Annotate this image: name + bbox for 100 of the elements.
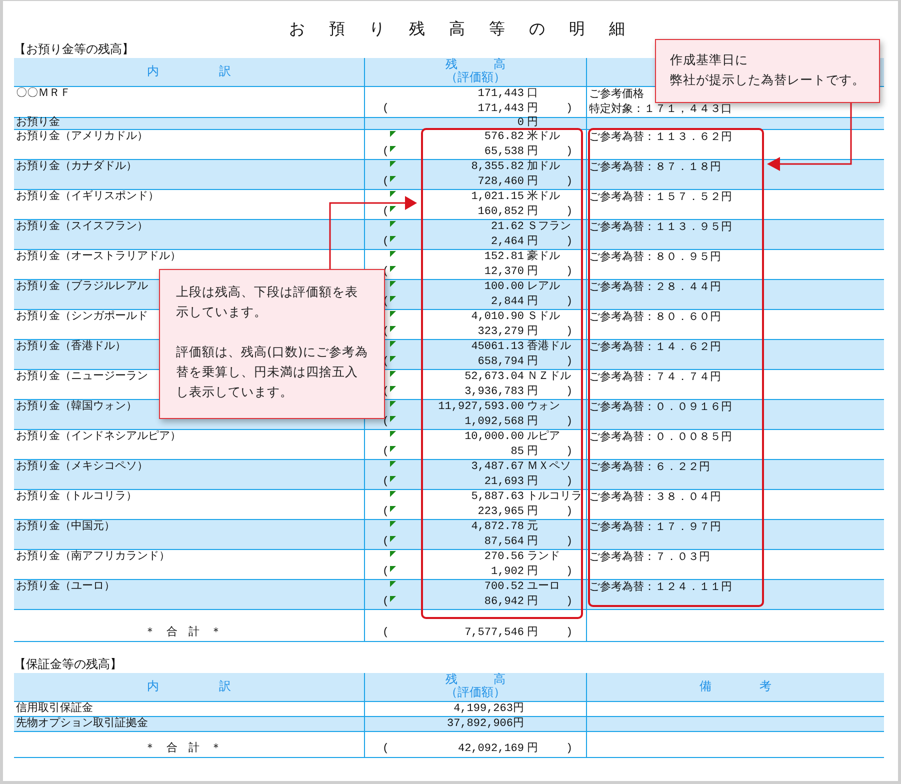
corner-triangle-icon xyxy=(390,296,396,302)
open-paren: ( xyxy=(381,445,389,460)
close-paren: ) xyxy=(566,505,574,520)
corner-triangle-icon xyxy=(390,596,396,602)
open-paren: ( xyxy=(381,102,389,117)
item-name: お預り金（ニュージーラン xyxy=(15,370,148,385)
open-paren: ( xyxy=(381,626,389,641)
close-paren: ) xyxy=(566,385,574,400)
close-paren: ) xyxy=(566,235,574,250)
item-name: お預り金（ブラジルレアル xyxy=(15,280,148,295)
close-paren: ) xyxy=(566,626,574,641)
close-paren: ) xyxy=(566,205,574,220)
valuation-unit: 円 xyxy=(526,102,539,116)
corner-triangle-icon xyxy=(390,251,396,257)
valuation-unit: 円 xyxy=(526,145,539,160)
remark-text: ご参考価格 xyxy=(588,88,644,102)
valuation-unit: 円 xyxy=(526,415,539,430)
item-name: お預り金 xyxy=(15,118,60,129)
item-name: お預り金（イギリスポンド） xyxy=(15,190,159,205)
corner-triangle-icon xyxy=(390,356,396,362)
valuation-amount: 323,279 xyxy=(476,325,524,340)
remark-text: ご参考為替：２８．４４円 xyxy=(588,281,721,296)
balance-unit: ユーロ xyxy=(526,580,561,595)
corner-triangle-icon xyxy=(390,371,396,377)
corner-triangle-icon xyxy=(390,131,396,137)
remark-text: 特定対象：１７１，４４３口 xyxy=(588,103,732,118)
balance-amount: 37,892,906円 xyxy=(446,717,525,732)
valuation-unit: 円 xyxy=(526,385,539,400)
close-paren: ) xyxy=(566,595,574,610)
corner-triangle-icon xyxy=(390,461,396,467)
corner-triangle-icon xyxy=(390,326,396,332)
column-header: 備 考 xyxy=(700,680,772,694)
open-paren: ( xyxy=(381,742,389,757)
balance-unit: レアル xyxy=(526,280,561,295)
balance-unit: 加ドル xyxy=(526,160,561,175)
remark-text: ご参考為替：０．０９１６円 xyxy=(588,401,732,416)
balance-amount: 5,887.63 xyxy=(470,490,524,505)
close-paren: ) xyxy=(566,102,574,117)
valuation-amount: 87,564 xyxy=(483,535,524,550)
valuation-amount: 171,443 xyxy=(476,102,524,117)
item-name: お預り金（メキシコペソ） xyxy=(15,460,148,475)
valuation-amount: 42,092,169 xyxy=(456,742,524,757)
open-paren: ( xyxy=(381,205,389,220)
section-heading: 【お預り金等の残高】 xyxy=(14,43,135,58)
remark-text: ご参考為替：０．００８５円 xyxy=(588,431,732,446)
close-paren: ) xyxy=(566,535,574,550)
open-paren: ( xyxy=(381,415,389,430)
open-paren: ( xyxy=(381,535,389,550)
valuation-unit: 円 xyxy=(526,535,539,550)
valuation-unit: 円 xyxy=(526,595,539,610)
balance-amount: 10,000.00 xyxy=(464,430,524,445)
remark-text: ご参考為替：１１３．６２円 xyxy=(588,131,732,146)
item-name: お預り金（トルコリラ） xyxy=(15,490,137,505)
item-name: お預り金（南アフリカランド） xyxy=(15,550,170,565)
balance-amount: 4,010.90 xyxy=(470,310,524,325)
item-name: お預り金（韓国ウォン） xyxy=(15,400,137,415)
corner-triangle-icon xyxy=(390,431,396,437)
open-paren: ( xyxy=(381,475,389,490)
close-paren: ) xyxy=(566,175,574,190)
balance-unit: ランド xyxy=(526,550,561,565)
valuation-unit: 円 xyxy=(526,205,539,220)
corner-triangle-icon xyxy=(390,161,396,167)
remark-text: ご参考為替：８０．９５円 xyxy=(588,251,721,266)
column-header: 内 訳 xyxy=(147,66,231,78)
valuation-amount: 1,902 xyxy=(490,565,524,580)
balance-unit: ＮＺドル xyxy=(526,370,572,385)
valuation-amount: 1,092,568 xyxy=(464,415,524,430)
item-name: 先物オプション取引証拠金 xyxy=(15,717,148,732)
open-paren: ( xyxy=(381,145,389,160)
corner-triangle-icon xyxy=(390,386,396,392)
corner-triangle-icon xyxy=(390,551,396,557)
total-label: ＊ 合 計 ＊ xyxy=(144,626,222,641)
valuation-amount: 7,577,546 xyxy=(464,626,524,641)
corner-triangle-icon xyxy=(390,446,396,452)
valuation-amount: 658,794 xyxy=(476,355,524,370)
page-title: お 預 り 残 高 等 の 明 細 xyxy=(288,20,630,41)
corner-triangle-icon xyxy=(390,236,396,242)
valuation-unit: 円 xyxy=(526,325,539,340)
item-name: 〇〇ＭＲＦ xyxy=(15,87,71,102)
remark-text: ご参考為替：７４．７４円 xyxy=(588,371,721,386)
remark-text: ご参考為替：６．２２円 xyxy=(588,461,710,476)
corner-triangle-icon xyxy=(390,476,396,482)
balance-unit: ＭＸペソ xyxy=(526,460,572,475)
valuation-unit: 円 xyxy=(526,505,539,520)
close-paren: ) xyxy=(566,145,574,160)
balance-amount: 3,487.67 xyxy=(470,460,524,475)
remark-text: ご参考為替：８０．６０円 xyxy=(588,311,721,326)
close-paren: ) xyxy=(566,565,574,580)
close-paren: ) xyxy=(566,445,574,460)
item-name: お預り金（オーストラリアドル） xyxy=(15,250,181,265)
balance-amount: 4,872.78 xyxy=(470,520,524,535)
balance-unit: 元 xyxy=(526,520,539,535)
valuation-amount: 160,852 xyxy=(476,205,524,220)
corner-triangle-icon xyxy=(390,341,396,347)
balance-amount: 700.52 xyxy=(483,580,524,595)
close-paren: ) xyxy=(566,475,574,490)
valuation-unit: 円 xyxy=(526,265,539,280)
valuation-unit: 円 xyxy=(526,445,539,460)
balance-amount: 21.62 xyxy=(490,220,524,235)
column-subheader: （評価額） xyxy=(446,72,506,85)
